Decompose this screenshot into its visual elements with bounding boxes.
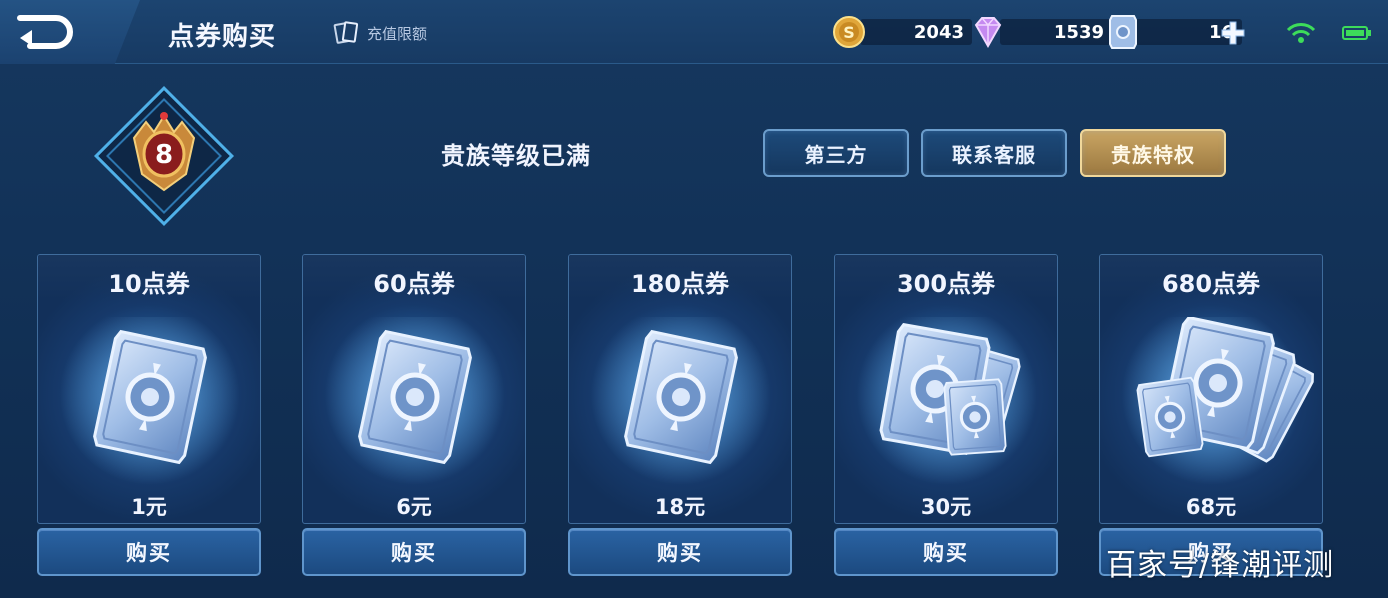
product-price: 6元 xyxy=(396,495,432,519)
gold-coin-icon: S xyxy=(833,16,865,48)
product-price: 18元 xyxy=(654,495,706,519)
buy-button[interactable]: 购买 xyxy=(568,528,792,576)
product-card[interactable]: 10点券 1元 xyxy=(37,254,261,524)
third-party-button[interactable]: 第三方 xyxy=(763,129,909,177)
svg-text:S: S xyxy=(843,23,855,42)
gold-coin-value: 2043 xyxy=(860,19,972,45)
recharge-limit-label: 充值限额 xyxy=(367,24,428,43)
buy-button[interactable]: 购买 xyxy=(302,528,526,576)
product-name: 300点券 xyxy=(896,270,996,298)
product-name: 60点券 xyxy=(373,270,455,298)
contact-service-button[interactable]: 联系客服 xyxy=(921,129,1067,177)
product-name: 10点券 xyxy=(108,270,190,298)
add-voucher-plus-icon[interactable] xyxy=(1220,20,1246,46)
product-name: 180点券 xyxy=(630,270,730,298)
diamond-counter: 1539 xyxy=(970,16,1112,49)
product-name: 680点券 xyxy=(1161,270,1261,298)
gold-coin-counter: S 2043 xyxy=(832,16,972,48)
voucher-card-icon xyxy=(325,317,505,485)
noble-level-number: 8 xyxy=(155,140,173,170)
voucher-card-icon xyxy=(591,317,771,485)
product-price: 68元 xyxy=(1185,495,1237,519)
back-arrow-icon xyxy=(17,15,73,49)
product-card[interactable]: 300点券 30元 xyxy=(834,254,1058,524)
product-card[interactable]: 180点券 18元 xyxy=(568,254,792,524)
product-card[interactable]: 680点券 68元 xyxy=(1099,254,1323,524)
top-bar: 点券购买 充值限额 S 2043 1539 16 xyxy=(0,0,1388,64)
buy-button[interactable]: 购买 xyxy=(37,528,261,576)
battery-icon xyxy=(1342,26,1371,40)
diamond-value: 1539 xyxy=(1000,19,1112,45)
diamond-icon xyxy=(974,17,1002,49)
product-price: 30元 xyxy=(920,495,972,519)
noble-level-badge: 8 xyxy=(93,85,235,227)
product-card[interactable]: 60点券 6元 xyxy=(302,254,526,524)
voucher-stack-icon xyxy=(857,317,1037,485)
voucher-icon xyxy=(1109,15,1137,49)
back-button[interactable] xyxy=(0,0,140,64)
voucher-card-icon xyxy=(60,317,240,485)
product-price: 1元 xyxy=(131,495,167,519)
watermark-text: 百家号/锋潮评测 xyxy=(1106,548,1335,583)
noble-privilege-button[interactable]: 贵族特权 xyxy=(1080,129,1226,177)
card-stack-icon xyxy=(333,21,359,44)
page-title: 点券购买 xyxy=(168,22,277,52)
buy-button[interactable]: 购买 xyxy=(834,528,1058,576)
wifi-icon xyxy=(1286,23,1316,43)
voucher-stack-icon xyxy=(1122,317,1323,485)
recharge-limit-button[interactable]: 充值限额 xyxy=(333,20,427,46)
noble-status-text: 贵族等级已满 xyxy=(441,142,591,170)
